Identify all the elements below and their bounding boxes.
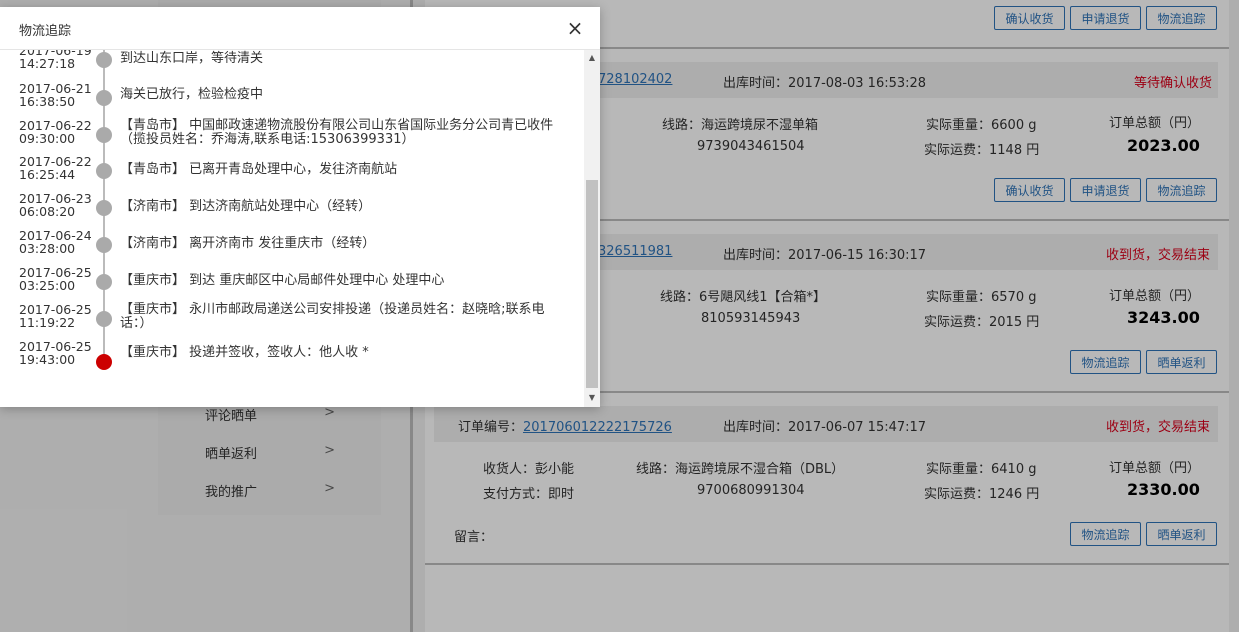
timeline-dot <box>96 52 112 68</box>
close-icon[interactable]: × <box>566 18 584 38</box>
event-text: 海关已放行，检验检疫中 <box>120 87 264 102</box>
logistics-tracking-modal: 物流追踪 × 2017-06-19 14:27:18 到达山东口岸，等待清关 20… <box>0 7 600 407</box>
timeline-dot <box>96 90 112 106</box>
event-text: 【青岛市】 已离开青岛处理中心，发往济南航站 <box>120 162 398 177</box>
timeline-dot <box>96 163 112 179</box>
event-datetime: 2017-06-25 11:19:22 <box>19 303 92 329</box>
event-time: 19:43:00 <box>19 352 76 367</box>
scroll-down-icon[interactable]: ▼ <box>584 393 600 403</box>
event-datetime: 2017-06-23 06:08:20 <box>19 192 92 218</box>
event-time: 09:30:00 <box>19 131 76 146</box>
modal-header: 物流追踪 × <box>0 7 600 50</box>
event-datetime: 2017-06-25 03:25:00 <box>19 266 92 292</box>
event-text: 【重庆市】 到达 重庆邮区中心局邮件处理中心 处理中心 <box>120 273 445 288</box>
event-datetime: 2017-06-19 14:27:18 <box>19 50 92 70</box>
event-text: 【青岛市】 中国邮政速递物流股份有限公司山东省国际业务分公司青已收件（揽投员姓名… <box>120 118 554 147</box>
scroll-up-icon[interactable]: ▲ <box>584 53 600 63</box>
timeline-dot <box>96 237 112 253</box>
tracking-timeline: 2017-06-19 14:27:18 到达山东口岸，等待清关 2017-06-2… <box>0 50 583 400</box>
modal-scrollbar[interactable]: ▲ ▼ <box>584 50 600 407</box>
event-datetime: 2017-06-25 19:43:00 <box>19 340 92 366</box>
event-datetime: 2017-06-21 16:38:50 <box>19 82 92 108</box>
event-datetime: 2017-06-22 09:30:00 <box>19 119 92 145</box>
event-time: 03:25:00 <box>19 278 76 293</box>
event-time: 16:38:50 <box>19 94 76 109</box>
event-time: 06:08:20 <box>19 204 76 219</box>
timeline-dot <box>96 311 112 327</box>
event-datetime: 2017-06-24 03:28:00 <box>19 229 92 255</box>
event-text: 【济南市】 离开济南市 发往重庆市（经转） <box>120 236 376 251</box>
timeline-dot-current <box>96 354 112 370</box>
event-time: 11:19:22 <box>19 315 76 330</box>
timeline-dot <box>96 274 112 290</box>
modal-title: 物流追踪 <box>19 24 72 39</box>
event-time: 16:25:44 <box>19 167 76 182</box>
timeline-dot <box>96 200 112 216</box>
timeline-dot <box>96 127 112 143</box>
event-text: 【重庆市】 永川市邮政局递送公司安排投递（投递员姓名：赵晓晗;联系电话：） <box>120 302 545 331</box>
scrollbar-thumb[interactable] <box>586 180 598 388</box>
event-time: 14:27:18 <box>19 56 76 71</box>
event-text: 【济南市】 到达济南航站处理中心（经转） <box>120 199 372 214</box>
event-text: 【重庆市】 投递并签收，签收人：他人收 * <box>120 345 369 360</box>
event-datetime: 2017-06-22 16:25:44 <box>19 155 92 181</box>
event-time: 03:28:00 <box>19 241 76 256</box>
event-text: 到达山东口岸，等待清关 <box>120 51 264 66</box>
